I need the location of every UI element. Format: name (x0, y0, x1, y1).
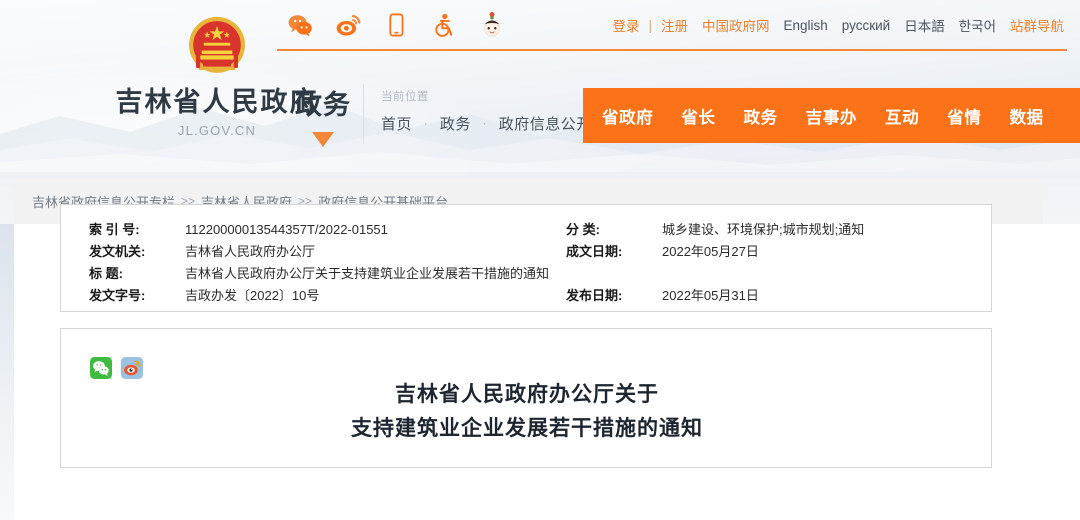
nav-item-interaction[interactable]: 互动 (885, 104, 919, 128)
metadata-label-docnumber: 发文字号: (89, 285, 185, 304)
document-title-line-2: 支持建筑业企业发展若干措施的通知 (61, 411, 993, 445)
current-position-block: 当前位置 首页 · 政务 · 政府信息公开 (381, 88, 592, 134)
weibo-share-icon[interactable] (121, 357, 143, 379)
metadata-row-publishdate: 发布日期: 2022年05月31日 (566, 285, 864, 306)
social-icon-row (287, 12, 505, 38)
metadata-value-issuer: 吉林省人民政府办公厅 (185, 241, 315, 260)
curpos-item-disclosure[interactable]: 政府信息公开 (499, 116, 592, 133)
curpos-dot-2: · (483, 116, 488, 130)
metadata-row-issuer: 发文机关: 吉林省人民政府办公厅 (89, 241, 549, 262)
metadata-value-publishdate: 2022年05月31日 (662, 285, 759, 304)
wechat-share-icon[interactable] (90, 357, 112, 379)
mascot-icon[interactable] (479, 12, 505, 38)
metadata-label-writtendate: 成文日期: (566, 241, 662, 260)
channel-block[interactable]: 政务 (292, 92, 354, 147)
share-icon-row (90, 357, 143, 379)
metadata-right-column: 分 类: 城乡建设、环境保护;城市规划;通知 成文日期: 2022年05月27日… (566, 219, 864, 307)
metadata-label-index: 索 引 号: (89, 219, 185, 238)
metadata-row-writtendate: 成文日期: 2022年05月27日 (566, 241, 864, 262)
metadata-label-title: 标 题: (89, 263, 185, 282)
site-group-nav-link[interactable]: 站群导航 (1010, 15, 1064, 35)
nav-item-province-info[interactable]: 省情 (947, 104, 981, 128)
metadata-row-title: 标 题: 吉林省人民政府办公厅关于支持建筑业企业发展若干措施的通知 (89, 263, 549, 284)
header-accent-rule (277, 49, 1067, 51)
nav-item-governor[interactable]: 省长 (681, 104, 715, 128)
current-position-trail: 首页 · 政务 · 政府信息公开 (381, 113, 592, 134)
metadata-row-spacer (566, 263, 864, 285)
curpos-item-home[interactable]: 首页 (381, 116, 412, 133)
document-metadata-card: 索 引 号: 11220000013544357T/2022-01551 发文机… (60, 204, 992, 312)
current-position-label: 当前位置 (381, 88, 592, 104)
metadata-value-category: 城乡建设、环境保护;城市规划;通知 (662, 219, 864, 238)
channel-divider (363, 84, 364, 144)
accessibility-icon[interactable] (431, 12, 457, 38)
lang-link-russian[interactable]: русский (842, 18, 890, 33)
metadata-row-index: 索 引 号: 11220000013544357T/2022-01551 (89, 219, 549, 240)
metadata-left-column: 索 引 号: 11220000013544357T/2022-01551 发文机… (89, 219, 549, 307)
curpos-item-affairs[interactable]: 政务 (440, 116, 471, 133)
login-link[interactable]: 登录 (612, 15, 639, 35)
primary-nav: 省政府 省长 政务 吉事办 互动 省情 数据 (583, 88, 1080, 143)
top-utility-links: 登录 | 注册 中国政府网 English русский 日本語 한국어 站群… (612, 15, 1064, 35)
curpos-dot-1: · (424, 116, 429, 130)
wechat-icon[interactable] (287, 12, 313, 38)
channel-title: 政务 (292, 92, 354, 119)
nav-item-jishiban[interactable]: 吉事办 (806, 104, 857, 128)
nav-item-data[interactable]: 数据 (1009, 104, 1043, 128)
chevron-down-icon[interactable] (312, 132, 334, 147)
lang-link-japanese[interactable]: 日本語 (904, 15, 945, 35)
link-separator: | (648, 18, 652, 33)
lang-link-gov-cn[interactable]: 中国政府网 (702, 15, 770, 35)
document-title: 吉林省人民政府办公厅关于 支持建筑业企业发展若干措施的通知 (61, 377, 993, 445)
metadata-row-category: 分 类: 城乡建设、环境保护;城市规划;通知 (566, 219, 864, 240)
metadata-value-writtendate: 2022年05月27日 (662, 241, 759, 260)
metadata-label-category: 分 类: (566, 219, 662, 238)
document-content-card: 吉林省人民政府办公厅关于 支持建筑业企业发展若干措施的通知 (60, 328, 992, 468)
metadata-label-issuer: 发文机关: (89, 241, 185, 260)
register-link[interactable]: 注册 (661, 15, 688, 35)
weibo-icon[interactable] (335, 12, 361, 38)
nav-item-provincial-government[interactable]: 省政府 (602, 104, 653, 128)
national-emblem-icon (182, 12, 252, 82)
left-edge-strip (0, 224, 14, 520)
document-title-line-1: 吉林省人民政府办公厅关于 (61, 377, 993, 411)
main-content: 索 引 号: 11220000013544357T/2022-01551 发文机… (0, 224, 1080, 520)
mobile-icon[interactable] (383, 12, 409, 38)
metadata-value-index: 11220000013544357T/2022-01551 (185, 222, 388, 237)
metadata-value-docnumber: 吉政办发〔2022〕10号 (185, 285, 319, 304)
site-header: 吉林省人民政府 JL.GOV.CN (0, 0, 1080, 172)
lang-link-korean[interactable]: 한국어 (959, 15, 996, 35)
metadata-label-publishdate: 发布日期: (566, 285, 662, 304)
metadata-row-docnumber: 发文字号: 吉政办发〔2022〕10号 (89, 285, 549, 306)
metadata-value-title: 吉林省人民政府办公厅关于支持建筑业企业发展若干措施的通知 (185, 263, 549, 282)
nav-item-affairs[interactable]: 政务 (744, 104, 778, 128)
lang-link-english[interactable]: English (784, 18, 828, 33)
